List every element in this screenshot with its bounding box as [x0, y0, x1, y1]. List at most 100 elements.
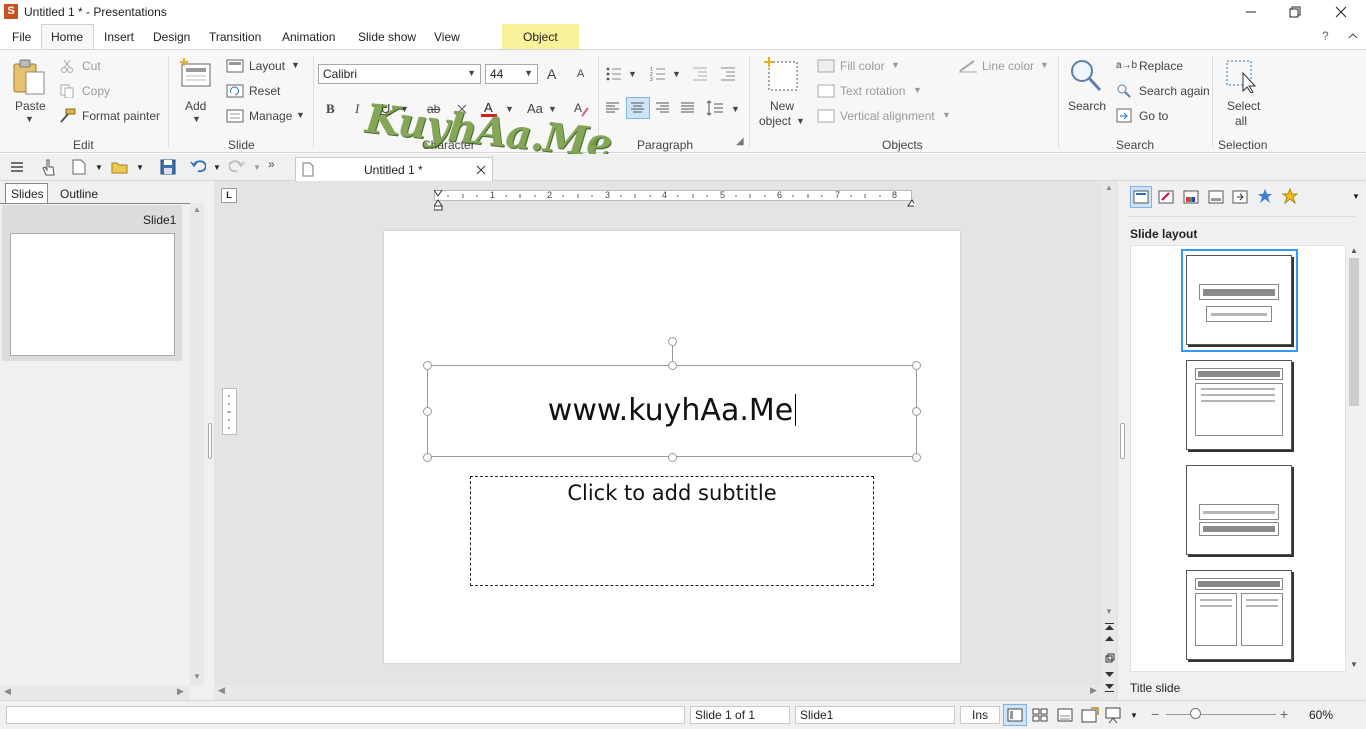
editor-horizontal-scrollbar[interactable] — [214, 685, 1102, 699]
italic-button[interactable]: I — [355, 101, 359, 117]
chevron-down-icon[interactable]: ▼ — [95, 163, 103, 172]
layout-title-content[interactable] — [1186, 360, 1292, 450]
zoom-out-button[interactable]: − — [1151, 706, 1159, 722]
scroll-down-icon[interactable]: ▼ — [1350, 660, 1358, 669]
scroll-up-icon[interactable]: ▲ — [1105, 183, 1113, 192]
new-object-button[interactable]: New — [770, 99, 794, 113]
chevron-down-icon[interactable]: ▼ — [1130, 711, 1138, 720]
zoom-level[interactable]: 60% — [1309, 708, 1333, 722]
scroll-right-icon[interactable]: ▶ — [1090, 685, 1097, 696]
format-painter-button[interactable]: Format painter — [82, 109, 160, 123]
manage-button[interactable]: Manage — [249, 109, 292, 123]
custom-animation-star-icon[interactable] — [1282, 188, 1298, 204]
paste-dropdown-icon[interactable]: ▼ — [25, 114, 34, 124]
chevron-down-icon[interactable]: ▼ — [136, 163, 144, 172]
add-slide-dropdown-icon[interactable]: ▼ — [192, 114, 201, 124]
new-object-label-2[interactable]: object — [759, 114, 791, 128]
menu-transition[interactable]: Transition — [209, 30, 261, 44]
handout-view-icon[interactable] — [1081, 707, 1099, 723]
slide-navigation-icons[interactable] — [1104, 622, 1115, 696]
decrease-indent-icon[interactable] — [692, 67, 708, 81]
reset-button[interactable]: Reset — [249, 84, 280, 98]
numbered-list-dropdown-icon[interactable]: ▼ — [672, 69, 681, 79]
resize-handle[interactable] — [423, 453, 432, 462]
tab-outline[interactable]: Outline — [60, 187, 98, 201]
background-pane-icon[interactable] — [1208, 189, 1224, 205]
grow-font-button[interactable]: A — [547, 66, 556, 82]
replace-button[interactable]: Replace — [1139, 59, 1183, 73]
highlight-icon[interactable]: A — [572, 100, 590, 118]
close-tab-icon[interactable] — [476, 165, 486, 175]
add-slide-button[interactable]: Add — [185, 99, 206, 113]
menu-file[interactable]: File — [12, 30, 31, 44]
search-again-button[interactable]: Search again — [1139, 84, 1210, 98]
text-rotation-dropdown-icon[interactable]: ▼ — [913, 85, 922, 95]
bold-button[interactable]: B — [326, 101, 335, 117]
resize-handle[interactable] — [912, 361, 921, 370]
save-icon[interactable] — [160, 159, 176, 175]
resize-handle[interactable] — [423, 407, 432, 416]
numbered-list-icon[interactable]: 123 — [650, 67, 666, 81]
scroll-up-icon[interactable]: ▲ — [193, 205, 201, 214]
fill-color-dropdown-icon[interactable]: ▼ — [891, 60, 900, 70]
menu-home[interactable]: Home — [51, 30, 83, 44]
close-button[interactable] — [1318, 0, 1364, 24]
paste-button[interactable]: Paste — [15, 99, 46, 113]
slide-show-icon[interactable] — [1105, 706, 1123, 724]
search-button[interactable]: Search — [1068, 99, 1106, 113]
menu-view[interactable]: View — [434, 30, 460, 44]
menu-design[interactable]: Design — [153, 30, 190, 44]
shrink-font-button[interactable]: A — [577, 68, 584, 80]
justify-icon[interactable] — [681, 102, 695, 114]
paragraph-dialog-launcher-icon[interactable]: ◢ — [736, 136, 744, 147]
fill-color-button[interactable]: Fill color — [840, 59, 885, 73]
change-case-dropdown-icon[interactable]: ▼ — [548, 104, 557, 114]
undo-icon[interactable] — [190, 159, 206, 173]
help-button[interactable]: ? — [1322, 29, 1329, 43]
slide-thumbnail[interactable] — [10, 233, 175, 356]
line-spacing-dropdown-icon[interactable]: ▼ — [731, 104, 740, 114]
hamburger-menu-icon[interactable] — [10, 161, 24, 173]
resize-handle[interactable] — [668, 453, 677, 462]
select-all-label-2[interactable]: all — [1235, 114, 1247, 128]
open-folder-icon[interactable] — [111, 160, 129, 174]
font-size-combo[interactable]: 44 ▼ — [485, 64, 538, 84]
animation-pane-icon[interactable] — [1257, 188, 1273, 204]
menu-object[interactable]: Object — [523, 30, 558, 44]
color-scheme-icon[interactable] — [1183, 189, 1199, 205]
scroll-down-icon[interactable]: ▼ — [193, 672, 201, 681]
align-right-icon[interactable] — [656, 102, 670, 114]
line-spacing-icon[interactable] — [706, 100, 724, 116]
slide-title-text[interactable]: www.kuyhAa.Me — [427, 393, 917, 428]
vertical-alignment-button[interactable]: Vertical alignment — [840, 109, 935, 123]
copy-button[interactable]: Copy — [82, 84, 110, 98]
slide-sorter-icon[interactable] — [1032, 708, 1048, 722]
line-color-dropdown-icon[interactable]: ▼ — [1040, 60, 1049, 70]
layout-section-header[interactable] — [1186, 465, 1292, 555]
bullet-list-icon[interactable] — [606, 67, 622, 81]
text-rotation-button[interactable]: Text rotation — [840, 84, 905, 98]
collapse-ribbon-icon[interactable] — [1348, 32, 1358, 40]
vertical-alignment-dropdown-icon[interactable]: ▼ — [942, 110, 951, 120]
minimize-button[interactable] — [1228, 0, 1274, 24]
align-left-icon[interactable] — [606, 102, 620, 114]
restore-button[interactable] — [1272, 0, 1318, 24]
resize-handle[interactable] — [912, 407, 921, 416]
increase-indent-icon[interactable] — [720, 67, 736, 81]
transition-pane-icon[interactable] — [1232, 189, 1248, 205]
rotate-handle[interactable] — [668, 337, 677, 346]
more-commands-icon[interactable]: » — [268, 157, 275, 171]
menu-animation[interactable]: Animation — [282, 30, 335, 44]
pane-menu-dropdown-icon[interactable]: ▼ — [1352, 192, 1360, 201]
scroll-up-icon[interactable]: ▲ — [1350, 246, 1358, 255]
resize-handle[interactable] — [423, 361, 432, 370]
layout-two-content[interactable] — [1186, 570, 1292, 660]
zoom-slider-thumb[interactable] — [1190, 708, 1201, 719]
font-name-combo[interactable]: Calibri ▼ — [318, 64, 481, 84]
layout-title-slide[interactable] — [1186, 255, 1292, 345]
cut-button[interactable]: Cut — [82, 59, 101, 73]
layout-dropdown-icon[interactable]: ▼ — [291, 60, 300, 70]
notes-view-icon[interactable] — [1057, 708, 1073, 722]
layout-gallery-scroll-thumb[interactable] — [1349, 258, 1359, 406]
layout-button[interactable]: Layout — [249, 59, 285, 73]
